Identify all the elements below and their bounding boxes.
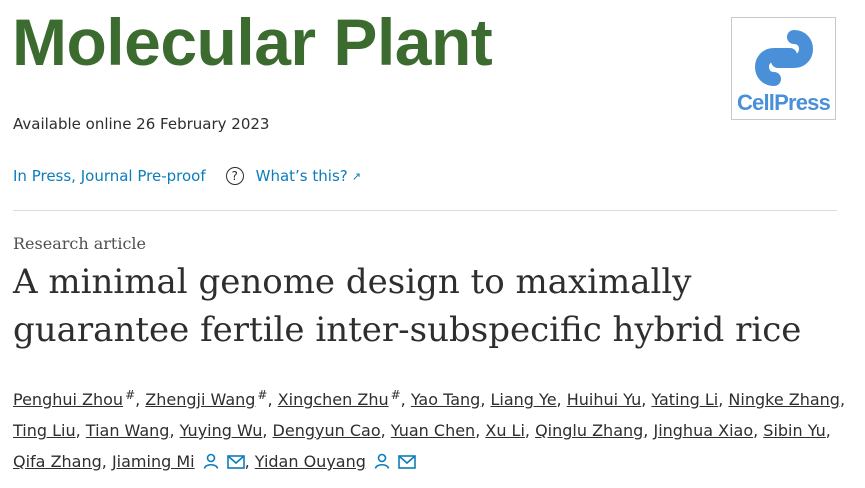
title-line-1: A minimal genome design to maximally	[13, 262, 692, 302]
author-separator: ,	[524, 421, 536, 440]
author-separator: ,	[244, 452, 255, 471]
person-icon[interactable]	[374, 448, 390, 479]
author-separator: ,	[556, 390, 567, 409]
person-icon[interactable]	[203, 448, 219, 479]
divider	[13, 210, 837, 211]
external-link-icon: ↗	[351, 169, 361, 183]
author-separator: ,	[267, 390, 278, 409]
author-name[interactable]: Liang Ye	[491, 390, 557, 409]
author-name[interactable]: Huihui Yu	[567, 390, 642, 409]
author-separator: ,	[641, 390, 652, 409]
author-name[interactable]: Ting Liu	[13, 421, 76, 440]
in-press-link[interactable]: In Press, Journal Pre-proof	[13, 167, 206, 185]
author-name[interactable]: Jiaming Mi	[112, 452, 195, 471]
author-separator: ,	[169, 421, 180, 440]
author-name[interactable]: Penghui Zhou	[13, 390, 123, 409]
author-name[interactable]: Qinglu Zhang	[535, 421, 643, 440]
author-separator: ,	[380, 421, 391, 440]
author-separator: ,	[400, 390, 411, 409]
author-name[interactable]: Xu Li	[485, 421, 525, 440]
equal-contribution-mark[interactable]: #	[257, 388, 267, 402]
author-separator: ,	[753, 421, 764, 440]
available-online-date: Available online 26 February 2023	[13, 115, 270, 133]
journal-title-link[interactable]: Molecular Plant	[12, 4, 493, 80]
article-status: In Press, Journal Pre-proof ? What’s thi…	[13, 167, 361, 185]
author-separator: ,	[839, 390, 846, 409]
question-icon[interactable]: ?	[225, 167, 244, 185]
author-name[interactable]: Sibin Yu	[763, 421, 826, 440]
article-type: Research article	[13, 234, 147, 253]
email-icon[interactable]	[226, 448, 245, 479]
author-separator: ,	[475, 421, 486, 440]
author-separator: ,	[480, 390, 491, 409]
author-name[interactable]: Qifa Zhang	[13, 452, 102, 471]
author-name[interactable]: Xingchen Zhu	[278, 390, 389, 409]
author-name[interactable]: Jinghua Xiao	[653, 421, 753, 440]
author-separator: ,	[75, 421, 86, 440]
author-separator: ,	[825, 421, 831, 440]
article-title: A minimal genome design to maximally gua…	[13, 258, 853, 354]
cellpress-logo-text: CellPress	[736, 90, 831, 115]
author-name[interactable]: Tian Wang	[86, 421, 170, 440]
author-separator: ,	[101, 452, 112, 471]
author-separator: ,	[718, 390, 729, 409]
author-name[interactable]: Ningke Zhang	[728, 390, 840, 409]
cellpress-logo[interactable]: CellPress	[731, 17, 836, 120]
author-list: Penghui Zhou #, Zhengji Wang #, Xingchen Z…	[13, 384, 858, 479]
author-separator: ,	[135, 390, 146, 409]
author-name[interactable]: Zhengji Wang	[145, 390, 255, 409]
title-line-2: guarantee fertile inter-subspecific hybr…	[13, 310, 802, 350]
author-name[interactable]: Yidan Ouyang	[255, 452, 366, 471]
author-name[interactable]: Yao Tang	[411, 390, 480, 409]
equal-contribution-mark[interactable]: #	[125, 388, 135, 402]
cellpress-logo-mark	[755, 30, 813, 86]
author-separator: ,	[643, 421, 654, 440]
author-name[interactable]: Yuan Chen	[391, 421, 475, 440]
equal-contribution-mark[interactable]: #	[391, 388, 401, 402]
author-name[interactable]: Yuying Wu	[180, 421, 263, 440]
author-name[interactable]: Yating Li	[651, 390, 718, 409]
email-icon[interactable]	[398, 448, 416, 479]
whats-this-link[interactable]: What’s this?	[256, 167, 348, 185]
author-name[interactable]: Dengyun Cao	[273, 421, 381, 440]
author-separator: ,	[262, 421, 273, 440]
